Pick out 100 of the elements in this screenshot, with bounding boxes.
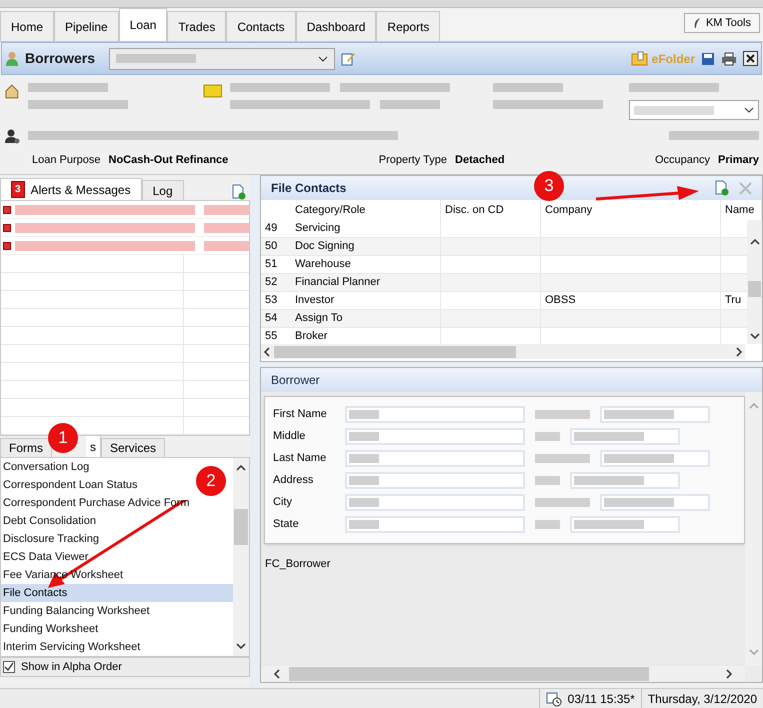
delete-icon[interactable] bbox=[739, 182, 752, 194]
row-number: 53 bbox=[264, 293, 278, 308]
save-icon[interactable] bbox=[701, 52, 715, 66]
borrowers-title: Borrowers bbox=[25, 49, 96, 68]
redacted-text bbox=[535, 410, 590, 418]
checkbox-label: Show in Alpha Order bbox=[21, 660, 122, 675]
chevron-right-icon[interactable] bbox=[735, 346, 743, 356]
form-list-item[interactable]: Correspondent Loan Status bbox=[3, 476, 138, 494]
nav-tab[interactable]: Pipeline bbox=[54, 11, 119, 41]
input-field[interactable] bbox=[600, 450, 710, 466]
count-badge: 3 bbox=[11, 181, 25, 198]
nav-tab[interactable]: Trades bbox=[167, 11, 226, 41]
redacted-text bbox=[380, 100, 440, 109]
person-icon bbox=[5, 50, 19, 66]
redacted-text bbox=[204, 240, 249, 250]
redacted-text bbox=[535, 520, 560, 528]
borrower-select[interactable] bbox=[109, 48, 336, 70]
nav-tab[interactable]: Reports bbox=[376, 11, 440, 41]
form-list-item[interactable]: Debt Consolidation bbox=[3, 512, 96, 530]
scrollbar-thumb[interactable] bbox=[289, 667, 649, 681]
horizontal-scrollbar[interactable] bbox=[261, 666, 745, 682]
nav-tab[interactable]: Loan bbox=[118, 8, 168, 41]
feather-icon bbox=[692, 17, 702, 29]
input-field[interactable] bbox=[345, 450, 525, 466]
redacted-text bbox=[535, 454, 590, 462]
chevron-down-icon bbox=[744, 107, 754, 113]
table-cell: Investor bbox=[291, 292, 441, 309]
field-label: Last Name bbox=[273, 450, 328, 466]
panel-tab[interactable]: Log bbox=[142, 180, 184, 200]
input-field[interactable] bbox=[345, 428, 525, 444]
input-field[interactable] bbox=[345, 406, 525, 422]
close-icon[interactable] bbox=[743, 51, 758, 66]
splitter-handle[interactable] bbox=[260, 362, 763, 367]
form-list-item[interactable]: ECS Data Viewer bbox=[3, 548, 88, 566]
table-cell: Financial Planner bbox=[291, 274, 441, 291]
contact-select[interactable] bbox=[628, 100, 759, 120]
form-list-item[interactable]: Interim Servicing Worksheet bbox=[3, 638, 140, 656]
input-field[interactable] bbox=[345, 494, 525, 510]
print-icon[interactable] bbox=[721, 52, 737, 66]
chevron-down-icon[interactable] bbox=[236, 642, 246, 650]
redacted-text bbox=[349, 454, 379, 462]
alert-icon bbox=[3, 224, 11, 232]
table-cell: Warehouse bbox=[291, 256, 441, 273]
chevron-right-icon[interactable] bbox=[725, 669, 733, 679]
chevron-down-icon bbox=[318, 56, 328, 62]
vertical-scrollbar[interactable] bbox=[233, 458, 249, 656]
alpha-order-checkbox[interactable] bbox=[3, 661, 15, 673]
chevron-left-icon[interactable] bbox=[273, 669, 281, 679]
chevron-down-icon[interactable] bbox=[750, 332, 760, 340]
horizontal-scrollbar[interactable] bbox=[261, 344, 745, 359]
alert-icon bbox=[3, 206, 11, 214]
form-list-item[interactable]: Funding Balancing Worksheet bbox=[3, 602, 150, 620]
redacted-text bbox=[349, 432, 379, 440]
chevron-left-icon[interactable] bbox=[263, 346, 271, 356]
field-label: City bbox=[273, 494, 293, 510]
form-list-item[interactable]: File Contacts bbox=[3, 584, 68, 602]
redacted-text bbox=[535, 498, 590, 506]
redacted-text bbox=[204, 222, 249, 232]
form-list-item[interactable]: Conversation Log bbox=[3, 458, 90, 476]
form-list-item[interactable]: Funding Worksheet bbox=[3, 620, 98, 638]
scrollbar-thumb[interactable] bbox=[274, 346, 516, 358]
tools-button[interactable]: KM Tools bbox=[684, 13, 760, 33]
row-number: 54 bbox=[264, 311, 278, 326]
input-field[interactable] bbox=[570, 428, 680, 444]
summary-label: Property Type bbox=[378, 152, 448, 168]
form-list-item[interactable]: Disclosure Tracking bbox=[3, 530, 99, 548]
summary-value: Primary bbox=[718, 152, 759, 168]
panel-tab[interactable]: s bbox=[86, 435, 101, 457]
chevron-up-icon[interactable] bbox=[750, 238, 760, 246]
input-field[interactable] bbox=[600, 406, 710, 422]
nav-tab[interactable]: Contacts bbox=[226, 11, 296, 41]
redacted-text bbox=[604, 498, 674, 506]
nav-tab[interactable]: Home bbox=[0, 11, 54, 41]
sync-time: 03/11 15:35* bbox=[568, 690, 635, 708]
input-field[interactable] bbox=[345, 472, 525, 488]
input-field[interactable] bbox=[570, 472, 680, 488]
input-field[interactable] bbox=[570, 516, 680, 532]
scrollbar-thumb[interactable] bbox=[234, 509, 248, 545]
chevron-up-icon[interactable] bbox=[236, 464, 246, 472]
redacted-text bbox=[349, 520, 379, 528]
nav-tab[interactable]: Dashboard bbox=[296, 11, 376, 41]
scrollbar-thumb[interactable] bbox=[748, 281, 761, 297]
field-label: First Name bbox=[273, 406, 328, 422]
add-document-icon[interactable] bbox=[715, 180, 729, 196]
redacted-text bbox=[574, 476, 644, 484]
redacted-text bbox=[204, 204, 249, 214]
redacted-text bbox=[604, 410, 674, 418]
redacted-text bbox=[349, 476, 379, 484]
add-document-icon[interactable] bbox=[232, 184, 246, 200]
panel-tab[interactable]: 3 Alerts & Messages bbox=[0, 178, 142, 200]
row-number: 52 bbox=[264, 275, 278, 290]
redacted-text bbox=[535, 476, 560, 484]
input-field[interactable] bbox=[600, 494, 710, 510]
vertical-scrollbar[interactable] bbox=[747, 220, 762, 344]
input-field[interactable] bbox=[345, 516, 525, 532]
panel-tab[interactable]: Forms bbox=[0, 438, 52, 457]
edit-icon[interactable] bbox=[341, 51, 356, 66]
redacted-text bbox=[574, 520, 644, 528]
house-icon bbox=[4, 83, 20, 99]
panel-tab[interactable]: Services bbox=[101, 438, 166, 457]
